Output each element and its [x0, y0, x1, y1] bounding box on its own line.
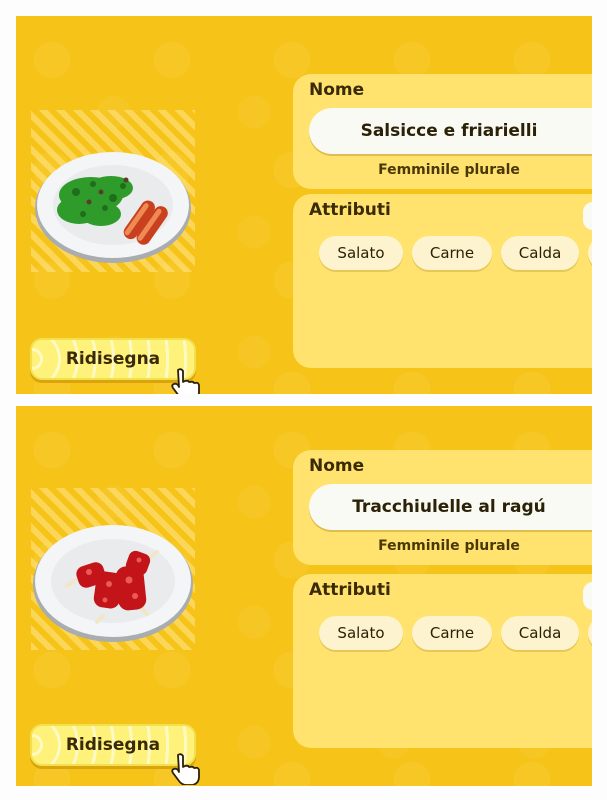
- gender-label: Femminile plurale: [378, 162, 520, 178]
- attributes-label: Attributi: [309, 580, 391, 600]
- hand-cursor-icon: [171, 368, 200, 394]
- name-section: Nome Salsicce e friarielli Femminile plu…: [293, 74, 592, 189]
- tag-partial[interactable]: [588, 236, 592, 270]
- tag-meat[interactable]: Carne: [412, 236, 492, 270]
- dish-picture: [31, 110, 195, 272]
- tag-salty[interactable]: Salato: [319, 616, 403, 650]
- attributes-section: Attributi Salato Carne Calda: [293, 194, 592, 368]
- screen-bottom: Ridisegna Nome Tracchiulelle al ragú Fem…: [16, 406, 592, 786]
- name-label: Nome: [309, 456, 365, 476]
- gender-label: Femminile plurale: [378, 538, 520, 554]
- attribute-tags: Salato Carne Calda: [319, 236, 592, 270]
- tag-partial[interactable]: [588, 616, 592, 650]
- sausage-greens-icon: [35, 152, 191, 263]
- tag-hot[interactable]: Calda: [501, 616, 579, 650]
- attributes-section: Attributi Salato Carne Calda: [293, 574, 592, 748]
- tag-meat[interactable]: Carne: [412, 616, 492, 650]
- ribs-ragu-icon: [33, 525, 193, 642]
- hand-cursor-icon: [171, 753, 200, 785]
- screen-top: Ridisegna Nome Salsicce e friarielli Fem…: [16, 16, 592, 394]
- tag-salty[interactable]: Salato: [319, 236, 403, 270]
- dish-picture: [31, 488, 195, 650]
- attributes-edit-button[interactable]: [583, 202, 592, 230]
- attribute-tags: Salato Carne Calda: [319, 616, 592, 650]
- tag-hot[interactable]: Calda: [501, 236, 579, 270]
- dish-name-field[interactable]: Tracchiulelle al ragú: [309, 484, 592, 530]
- name-section: Nome Tracchiulelle al ragú Femminile plu…: [293, 450, 592, 565]
- redraw-label: Ridisegna: [65, 735, 161, 755]
- attributes-label: Attributi: [309, 200, 391, 220]
- dish-name-field[interactable]: Salsicce e friarielli: [309, 108, 592, 154]
- redraw-label: Ridisegna: [65, 349, 161, 369]
- name-label: Nome: [309, 80, 365, 100]
- attributes-edit-button[interactable]: [583, 582, 592, 610]
